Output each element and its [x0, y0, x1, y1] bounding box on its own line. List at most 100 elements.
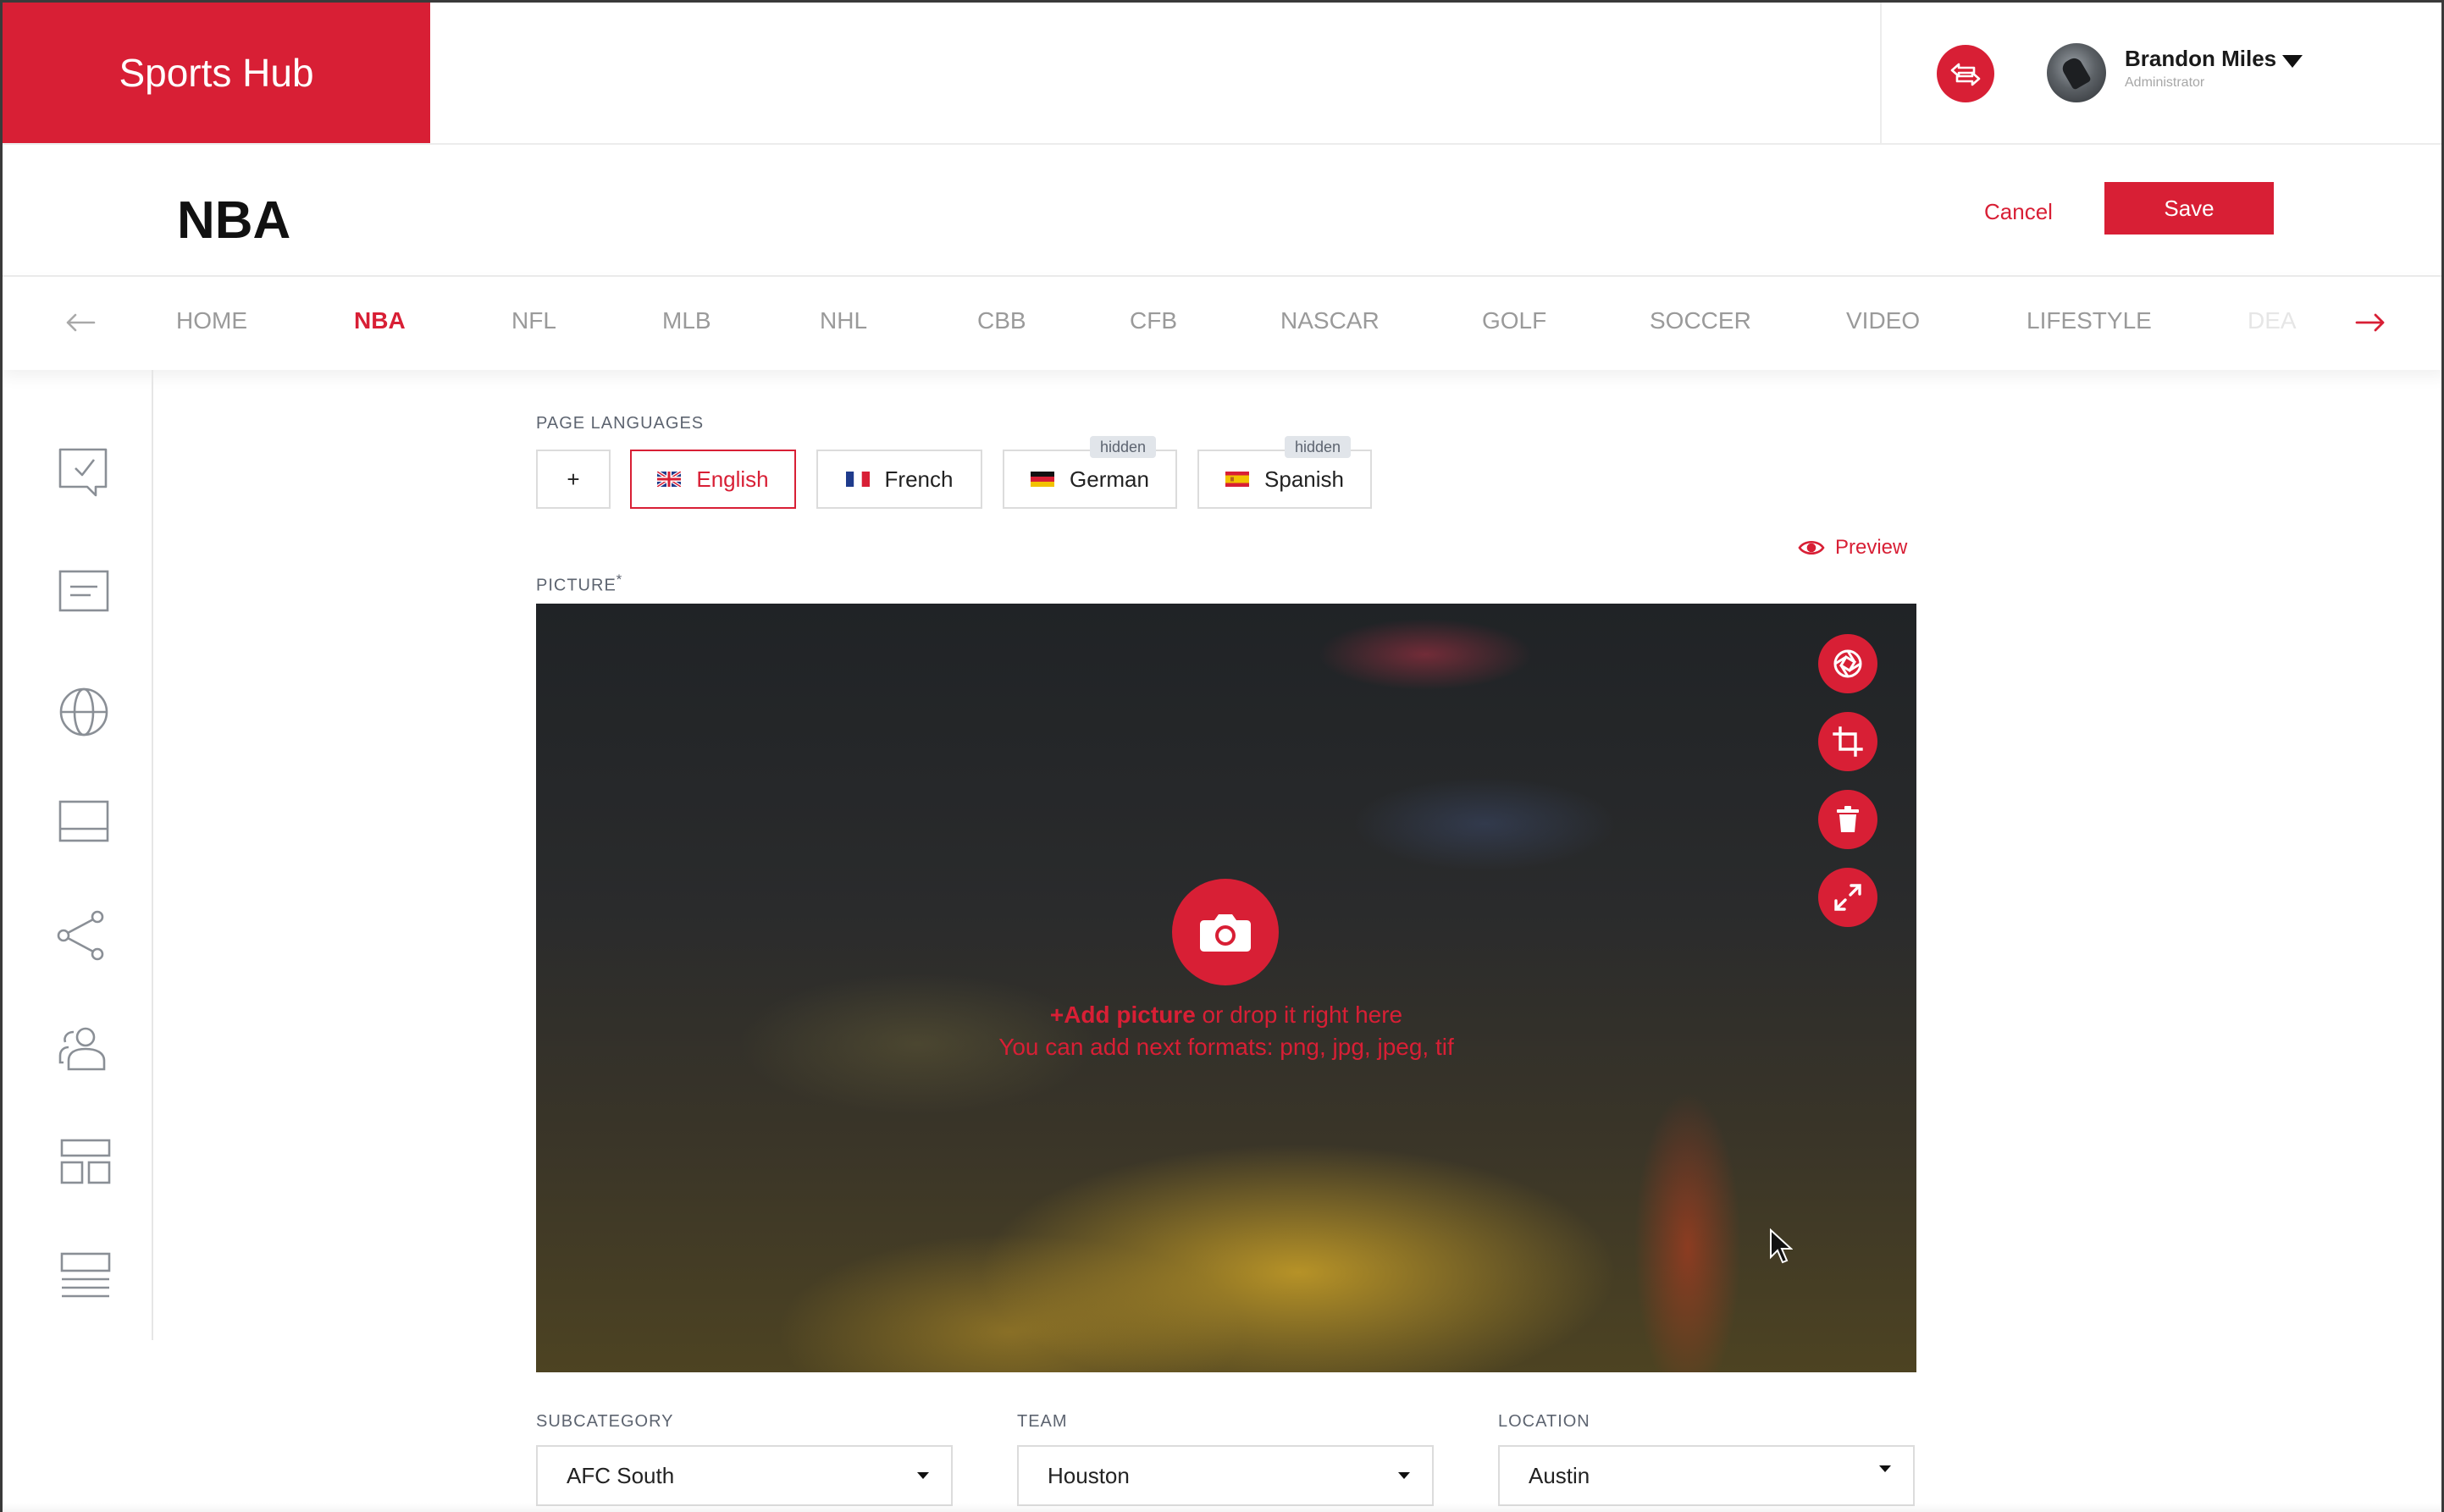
- tab-nascar[interactable]: NASCAR: [1280, 307, 1380, 334]
- eye-icon: [1798, 540, 1825, 555]
- text-block-icon: [58, 570, 109, 612]
- tab-video[interactable]: VIDEO: [1846, 307, 1920, 334]
- brand-name: Sports Hub: [119, 51, 314, 95]
- share-icon: [57, 910, 104, 961]
- location-select[interactable]: Austin: [1498, 1445, 1915, 1506]
- trash-icon: [1837, 806, 1859, 832]
- dropdown-caret-icon: [1879, 1465, 1891, 1472]
- checked-comment-icon: [58, 448, 108, 497]
- subcategory-select[interactable]: AFC South: [536, 1445, 953, 1506]
- dropdown-caret-icon: [1398, 1472, 1410, 1479]
- team-value: Houston: [1048, 1462, 1130, 1488]
- drop-text: or drop it right here: [1195, 1002, 1403, 1028]
- page-languages-label: PAGE LANGUAGES: [536, 414, 705, 433]
- tab-nfl[interactable]: NFL: [511, 307, 556, 334]
- header-divider-line: [3, 143, 2441, 145]
- team-label: TEAM: [1017, 1412, 1068, 1431]
- language-spanish[interactable]: Spanish: [1197, 450, 1372, 509]
- tab-cbb[interactable]: CBB: [977, 307, 1026, 334]
- mouse-cursor-icon: [1770, 1228, 1793, 1264]
- bottom-shadow: [3, 1503, 2441, 1512]
- language-label: English: [696, 466, 769, 492]
- crop-button[interactable]: [1818, 712, 1877, 771]
- language-german[interactable]: German: [1003, 450, 1177, 509]
- fullscreen-button[interactable]: [1818, 868, 1877, 927]
- sidebar-item-users[interactable]: [57, 1022, 111, 1076]
- sidebar-item-share[interactable]: [55, 908, 109, 963]
- tab-soccer[interactable]: SOCCER: [1650, 307, 1751, 334]
- expand-icon: [1834, 884, 1861, 911]
- brand-logo[interactable]: Sports Hub: [3, 3, 430, 143]
- language-label: German: [1070, 466, 1149, 492]
- add-language-label: +: [567, 466, 580, 492]
- required-mark: *: [616, 571, 623, 588]
- sidebar-item-layout[interactable]: [57, 795, 111, 849]
- aperture-icon: [1833, 649, 1862, 678]
- tab-mlb[interactable]: MLB: [662, 307, 711, 334]
- language-label: French: [884, 466, 954, 492]
- arrow-left-icon: [66, 313, 96, 332]
- subcategory-label: SUBCATEGORY: [536, 1412, 674, 1431]
- language-english[interactable]: English: [630, 450, 796, 509]
- user-menu-caret-icon[interactable]: [2282, 55, 2303, 68]
- location-label: LOCATION: [1498, 1412, 1590, 1431]
- germany-flag-icon: [1031, 472, 1055, 487]
- language-french[interactable]: French: [816, 450, 982, 509]
- page-title: NBA: [177, 191, 291, 250]
- france-flag-icon: [845, 472, 870, 487]
- add-picture-button[interactable]: [1172, 879, 1279, 985]
- picture-label-text: PICTURE: [536, 576, 617, 595]
- user-role: Administrator: [2125, 75, 2205, 90]
- avatar[interactable]: [2047, 43, 2106, 102]
- cancel-button[interactable]: Cancel: [1984, 199, 2053, 225]
- nav-prev-button[interactable]: [62, 299, 99, 346]
- save-button[interactable]: Save: [2104, 182, 2274, 235]
- footer-layout-icon: [58, 800, 109, 842]
- crop-icon: [1833, 726, 1863, 757]
- preview-button[interactable]: Preview: [1798, 536, 1907, 560]
- app-window: Sports Hub Brandon Miles Administrator N…: [0, 0, 2444, 1512]
- camera-icon: [1200, 914, 1251, 952]
- tab-nba[interactable]: NBA: [354, 307, 406, 334]
- switch-view-button[interactable]: [1937, 45, 1994, 102]
- subcategory-value: AFC South: [567, 1462, 675, 1488]
- globe-icon: [59, 687, 108, 737]
- arrow-right-icon: [2355, 313, 2385, 332]
- picture-label: PICTURE*: [536, 571, 622, 596]
- tab-cfb[interactable]: CFB: [1130, 307, 1177, 334]
- uk-flag-icon: [657, 472, 682, 487]
- grid-layout-icon: [60, 1139, 111, 1184]
- language-label: Spanish: [1264, 466, 1344, 492]
- swap-arrows-icon: [1950, 63, 1981, 86]
- tab-home[interactable]: HOME: [176, 307, 247, 334]
- sidebar-item-text[interactable]: [57, 565, 111, 619]
- sidebar-item-list[interactable]: [58, 1249, 113, 1303]
- preview-label: Preview: [1835, 536, 1908, 559]
- delete-picture-button[interactable]: [1818, 790, 1877, 849]
- sidebar-item-languages[interactable]: [57, 685, 111, 739]
- upload-formats: You can add next formats: png, jpg, jpeg…: [998, 1034, 1454, 1060]
- tab-lifestyle[interactable]: LIFESTYLE: [2027, 307, 2152, 334]
- add-language-button[interactable]: +: [536, 450, 611, 509]
- filter-tool-button[interactable]: [1818, 634, 1877, 693]
- tab-nhl[interactable]: NHL: [820, 307, 867, 334]
- sidebar-item-widgets[interactable]: [58, 1135, 113, 1189]
- header-divider: [1880, 3, 1882, 143]
- dropdown-caret-icon: [917, 1472, 929, 1479]
- nav-next-button[interactable]: [2352, 299, 2389, 346]
- sidebar-item-tasks[interactable]: [57, 444, 111, 499]
- add-picture-link[interactable]: +Add picture: [1050, 1002, 1196, 1028]
- upload-instructions: +Add picture or drop it right here: [536, 1002, 1916, 1029]
- users-icon: [58, 1027, 106, 1071]
- user-name[interactable]: Brandon Miles: [2125, 46, 2276, 72]
- hidden-badge: hidden: [1285, 436, 1352, 458]
- spain-flag-icon: [1225, 472, 1250, 487]
- team-select[interactable]: Houston: [1017, 1445, 1434, 1506]
- tab-dea[interactable]: DEA: [2248, 307, 2297, 334]
- hidden-badge: hidden: [1090, 436, 1157, 458]
- picture-dropzone[interactable]: +Add picture or drop it right here You c…: [536, 604, 1916, 1372]
- tab-golf[interactable]: GOLF: [1482, 307, 1546, 334]
- list-layout-icon: [60, 1252, 111, 1298]
- location-value: Austin: [1529, 1462, 1590, 1488]
- sidebar-divider: [152, 370, 153, 1340]
